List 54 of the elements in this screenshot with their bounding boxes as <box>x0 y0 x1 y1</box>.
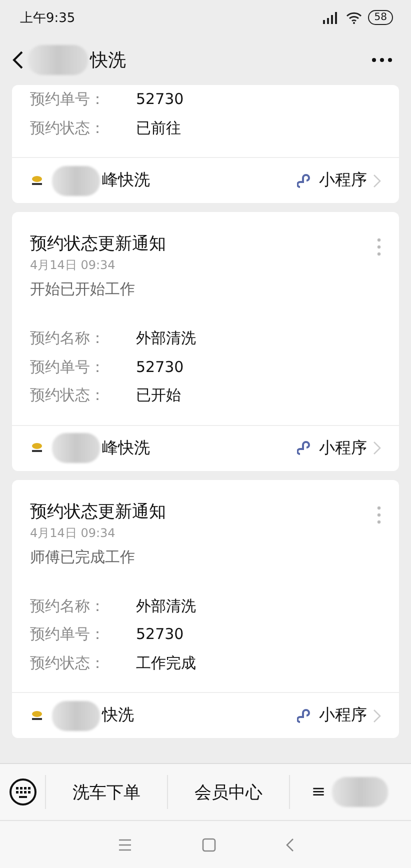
field-label: 预约状态： <box>30 652 106 674</box>
chevron-icon <box>373 708 381 722</box>
redaction-patch <box>332 777 388 807</box>
field-label: 预约状态： <box>30 385 106 406</box>
message-title: 预约状态更新通知 <box>30 233 166 256</box>
mini-program-link[interactable]: 小程序 <box>297 438 367 458</box>
wifi-icon <box>346 12 362 24</box>
logo-icon <box>30 710 44 722</box>
field-label: 预约单号： <box>30 89 106 110</box>
battery-level: 58 <box>368 10 393 25</box>
home-icon[interactable] <box>202 838 216 852</box>
field-value: 52730 <box>136 89 184 110</box>
field-value: 外部清洗 <box>136 596 196 616</box>
field-value: 52730 <box>136 356 184 378</box>
redaction-patch <box>52 433 100 463</box>
link-icon <box>297 708 313 724</box>
field-label: 预约状态： <box>30 118 106 138</box>
field-label: 预约名称： <box>30 596 106 616</box>
menu-icon[interactable] <box>118 838 132 850</box>
back-icon[interactable] <box>12 50 24 70</box>
message-date: 4月14日 09:34 <box>30 524 116 542</box>
field-label: 预约单号： <box>30 624 106 645</box>
message-title: 预约状态更新通知 <box>30 500 166 524</box>
keyboard-icon[interactable] <box>8 778 36 806</box>
logo-icon <box>30 442 44 454</box>
logo-icon <box>30 174 44 186</box>
chat-title: 快洗 <box>90 49 126 72</box>
redaction-patch <box>52 166 100 196</box>
message-description: 开始已开始工作 <box>30 279 136 300</box>
more-icon[interactable] <box>371 57 393 63</box>
menu-button[interactable]: 会员中心 <box>167 775 289 809</box>
chevron-icon <box>373 174 381 188</box>
redaction-patch <box>28 45 88 75</box>
field-value: 已开始 <box>136 385 181 406</box>
link-icon <box>297 172 313 188</box>
source-name: 峰快洗 <box>102 438 150 458</box>
source-name: 快洗 <box>102 705 134 726</box>
status-time: 上午9:35 <box>20 10 76 26</box>
field-value: 外部清洗 <box>136 328 196 349</box>
redaction-patch <box>52 700 100 730</box>
menu-button[interactable]: 洗车下单 <box>45 775 167 809</box>
field-value: 工作完成 <box>136 652 196 674</box>
source-name: 峰快洗 <box>102 170 150 191</box>
field-label: 预约名称： <box>30 328 106 349</box>
mini-program-link[interactable]: 小程序 <box>297 170 367 191</box>
message-date: 4月14日 09:34 <box>30 257 116 274</box>
menu-button[interactable]: ≡ <box>289 775 411 809</box>
message-description: 师傅已完成工作 <box>30 546 136 568</box>
mini-program-link[interactable]: 小程序 <box>297 705 367 726</box>
field-value: 已前往 <box>136 118 181 138</box>
chevron-icon <box>373 441 381 455</box>
field-label: 预约单号： <box>30 356 106 378</box>
field-value: 52730 <box>136 624 184 645</box>
link-icon <box>297 440 313 456</box>
